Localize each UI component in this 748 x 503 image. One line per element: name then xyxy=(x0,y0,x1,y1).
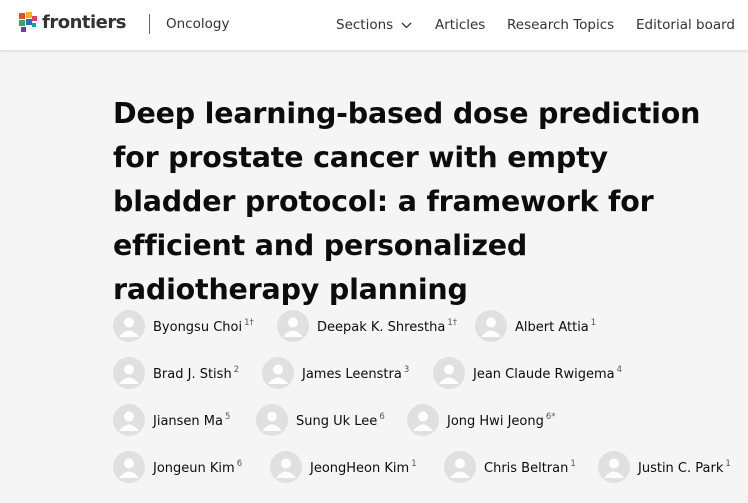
author-name: Jongeun Kim 6 xyxy=(153,458,243,476)
user-icon xyxy=(276,458,296,478)
author-affiliation: 4 xyxy=(616,364,623,375)
author-item[interactable]: Jiansen Ma 5 xyxy=(113,404,230,436)
avatar xyxy=(407,404,439,436)
user-icon xyxy=(268,364,288,384)
author-item[interactable]: Jongeun Kim 6 xyxy=(113,451,242,483)
author-affiliation: 5 xyxy=(224,411,231,422)
nav-sections-label: Sections xyxy=(336,17,394,33)
author-item[interactable]: Brad J. Stish 2 xyxy=(113,357,239,389)
author-name: Byongsu Choi 1† xyxy=(153,317,254,335)
author-name: James Leenstra 3 xyxy=(302,364,410,382)
chevron-down-icon xyxy=(401,22,412,28)
author-item[interactable]: Chris Beltran 1 xyxy=(444,451,576,483)
author-item[interactable]: Sung Uk Lee 6 xyxy=(256,404,385,436)
author-affiliation: 1† xyxy=(447,317,457,328)
logo-text: frontiers xyxy=(42,11,126,33)
author-name: Chris Beltran 1 xyxy=(484,458,576,476)
avatar xyxy=(270,451,302,483)
avatar xyxy=(277,310,309,342)
author-affiliation: 6 xyxy=(236,458,243,469)
nav-articles[interactable]: Articles xyxy=(435,17,485,33)
author-name: Jong Hwi Jeong 6* xyxy=(447,411,556,429)
author-affiliation: 1 xyxy=(590,317,597,328)
frontiers-logo[interactable]: frontiers xyxy=(18,11,126,33)
author-item[interactable]: Jean Claude Rwigema 4 xyxy=(433,357,622,389)
author-affiliation: 6 xyxy=(379,411,385,422)
author-item[interactable]: Byongsu Choi 1† xyxy=(113,310,254,342)
article-title: Deep learning-based dose prediction for … xyxy=(113,97,701,306)
user-icon xyxy=(119,411,139,431)
user-icon xyxy=(119,458,139,478)
user-icon xyxy=(119,317,139,337)
author-affiliation: 1 xyxy=(411,458,417,469)
author-affiliation: 6* xyxy=(545,411,556,422)
avatar xyxy=(113,310,145,342)
user-icon xyxy=(262,411,282,431)
author-name: Albert Attia 1 xyxy=(515,317,597,335)
avatar xyxy=(113,357,145,389)
frontiers-logo-icon xyxy=(19,12,37,32)
avatar xyxy=(113,404,145,436)
author-item[interactable]: Deepak K. Shrestha 1† xyxy=(277,310,457,342)
nav-research-topics[interactable]: Research Topics xyxy=(507,17,614,33)
avatar xyxy=(256,404,288,436)
user-icon xyxy=(413,411,433,431)
user-icon xyxy=(439,364,459,384)
author-affiliation: 2 xyxy=(233,364,240,375)
user-icon xyxy=(283,317,303,337)
author-name: Brad J. Stish 2 xyxy=(153,364,240,382)
journal-name[interactable]: Oncology xyxy=(166,16,229,32)
author-name: Justin C. Park 1 xyxy=(638,458,731,476)
avatar xyxy=(262,357,294,389)
author-item[interactable]: Jong Hwi Jeong 6* xyxy=(407,404,556,436)
author-affiliation: 1† xyxy=(244,317,254,328)
author-item[interactable]: Albert Attia 1 xyxy=(475,310,596,342)
author-name: Deepak K. Shrestha 1† xyxy=(317,317,457,335)
avatar xyxy=(113,451,145,483)
user-icon xyxy=(119,364,139,384)
user-icon xyxy=(604,458,624,478)
site-header: frontiers Oncology Sections Articles Res… xyxy=(0,0,748,51)
author-name: JeongHeon Kim 1 xyxy=(310,458,417,476)
author-item[interactable]: Justin C. Park 1 xyxy=(598,451,731,483)
author-affiliation: 3 xyxy=(403,364,410,375)
user-icon xyxy=(450,458,470,478)
author-item[interactable]: James Leenstra 3 xyxy=(262,357,409,389)
author-item[interactable]: JeongHeon Kim 1 xyxy=(270,451,417,483)
avatar xyxy=(433,357,465,389)
author-affiliation: 1 xyxy=(570,458,576,469)
nav-editorial-board[interactable]: Editorial board xyxy=(636,17,735,33)
author-affiliation: 1 xyxy=(725,458,731,469)
author-name: Sung Uk Lee 6 xyxy=(296,411,385,429)
author-name: Jean Claude Rwigema 4 xyxy=(473,364,623,382)
avatar xyxy=(598,451,630,483)
nav-sections[interactable]: Sections xyxy=(336,17,412,33)
author-name: Jiansen Ma 5 xyxy=(153,411,231,429)
avatar xyxy=(444,451,476,483)
avatar xyxy=(475,310,507,342)
header-divider xyxy=(149,14,150,34)
user-icon xyxy=(481,317,501,337)
